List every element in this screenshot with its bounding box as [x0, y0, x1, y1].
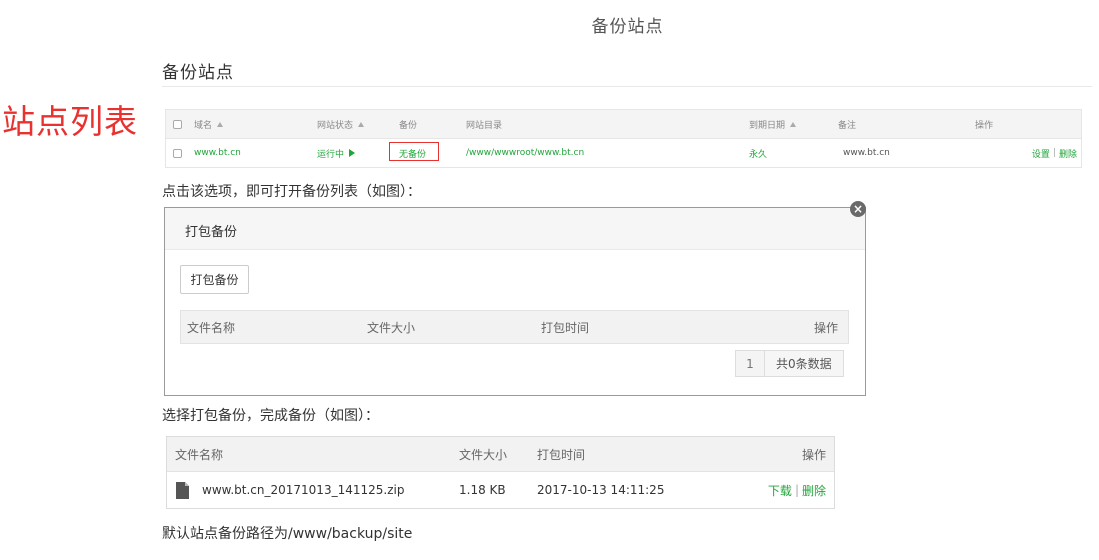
header-ops: 操作 — [975, 120, 994, 131]
site-list-table: 域名 网站状态 备份 网站目录 到期日期 备注 操作 www.bt.cn 运行中… — [165, 109, 1082, 168]
site-list-header: 域名 网站状态 备份 网站目录 到期日期 备注 操作 — [166, 110, 1081, 139]
site-note[interactable]: www.bt.cn — [843, 139, 890, 167]
backup-pack-time: 2017-10-13 14:11:25 — [537, 483, 665, 497]
section-title: 备份站点 — [162, 63, 234, 83]
header-root: 网站目录 — [466, 120, 503, 131]
sort-up-icon — [217, 121, 224, 127]
site-root-link[interactable]: /www/wwwroot/www.bt.cn — [466, 139, 584, 167]
footer-note: 默认站点备份路径为/www/backup/site — [162, 526, 413, 542]
col-pack-time: 打包时间 — [537, 447, 586, 462]
header-note: 备注 — [838, 120, 857, 131]
site-domain-link[interactable]: www.bt.cn — [194, 139, 241, 167]
header-backup: 备份 — [399, 120, 418, 131]
no-backup-link[interactable]: 无备份 — [399, 139, 426, 167]
col-file-size: 文件大小 — [459, 447, 508, 462]
total-count: 共0条数据 — [765, 351, 843, 376]
backup-ops: 下载 | 删除 — [768, 472, 826, 508]
instruction-pack-backup: 选择打包备份，完成备份（如图）： — [162, 408, 379, 424]
delete-backup-link[interactable]: 删除 — [802, 482, 826, 499]
header-expire-label: 到期日期 — [749, 120, 786, 131]
site-expire-link[interactable]: 永久 — [749, 139, 767, 167]
instruction-open-backup: 点击该选项，即可打开备份列表（如图）： — [162, 184, 421, 200]
table-row: www.bt.cn 运行中 无备份 /www/wwwroot/www.bt.cn… — [166, 139, 1081, 167]
site-status-toggle[interactable]: 运行中 — [317, 139, 356, 167]
ops-separator: | — [794, 483, 799, 497]
col-ops: 操作 — [801, 447, 826, 462]
pack-backup-button[interactable]: 打包备份 — [180, 265, 249, 294]
download-link[interactable]: 下载 — [768, 482, 792, 499]
backup-result-table: 文件名称 文件大小 打包时间 操作 www.bt.cn_20171013_141… — [166, 436, 835, 509]
header-domain[interactable]: 域名 — [194, 110, 224, 138]
page-number-button[interactable]: 1 — [736, 351, 765, 376]
backup-file: www.bt.cn_20171013_141125.zip — [176, 472, 404, 508]
row-checkbox[interactable] — [173, 148, 182, 158]
backup-file-name: www.bt.cn_20171013_141125.zip — [202, 483, 405, 497]
header-status-label: 网站状态 — [317, 120, 354, 131]
col-pack-time: 打包时间 — [541, 320, 590, 335]
ops-separator: | — [1052, 148, 1056, 158]
dialog-table-header: 文件名称 文件大小 打包时间 操作 — [180, 310, 849, 344]
site-ops: 设置 | 删除 — [1032, 139, 1077, 167]
sort-up-icon — [790, 121, 797, 127]
header-status[interactable]: 网站状态 — [317, 110, 365, 138]
col-file-size: 文件大小 — [367, 320, 416, 335]
table-row: www.bt.cn_20171013_141125.zip 1.18 KB 20… — [167, 472, 834, 508]
result-table-header: 文件名称 文件大小 打包时间 操作 — [167, 437, 834, 472]
col-file-name: 文件名称 — [187, 320, 236, 335]
header-domain-label: 域名 — [194, 120, 213, 131]
backup-file-size: 1.18 KB — [459, 483, 506, 497]
col-ops: 操作 — [813, 320, 838, 335]
header-expire[interactable]: 到期日期 — [749, 110, 797, 138]
section-divider — [162, 86, 1092, 87]
backup-dialog: 打包备份 打包备份 文件名称 文件大小 打包时间 操作 1 共0条数据 — [164, 207, 866, 396]
site-status-label: 运行中 — [317, 149, 345, 160]
close-icon[interactable]: × — [850, 201, 866, 217]
select-all-checkbox[interactable] — [173, 119, 182, 129]
pagination: 1 共0条数据 — [735, 350, 844, 377]
delete-site-link[interactable]: 删除 — [1059, 147, 1077, 160]
file-icon — [176, 481, 189, 499]
sort-up-icon — [358, 121, 365, 127]
dialog-header: 打包备份 — [165, 208, 865, 250]
site-list-caption: 站点列表 — [2, 102, 138, 141]
dialog-title: 打包备份 — [185, 225, 238, 240]
col-file-name: 文件名称 — [175, 447, 224, 462]
page-title: 备份站点 — [591, 17, 664, 37]
play-icon — [349, 149, 356, 157]
settings-link[interactable]: 设置 — [1032, 147, 1050, 160]
